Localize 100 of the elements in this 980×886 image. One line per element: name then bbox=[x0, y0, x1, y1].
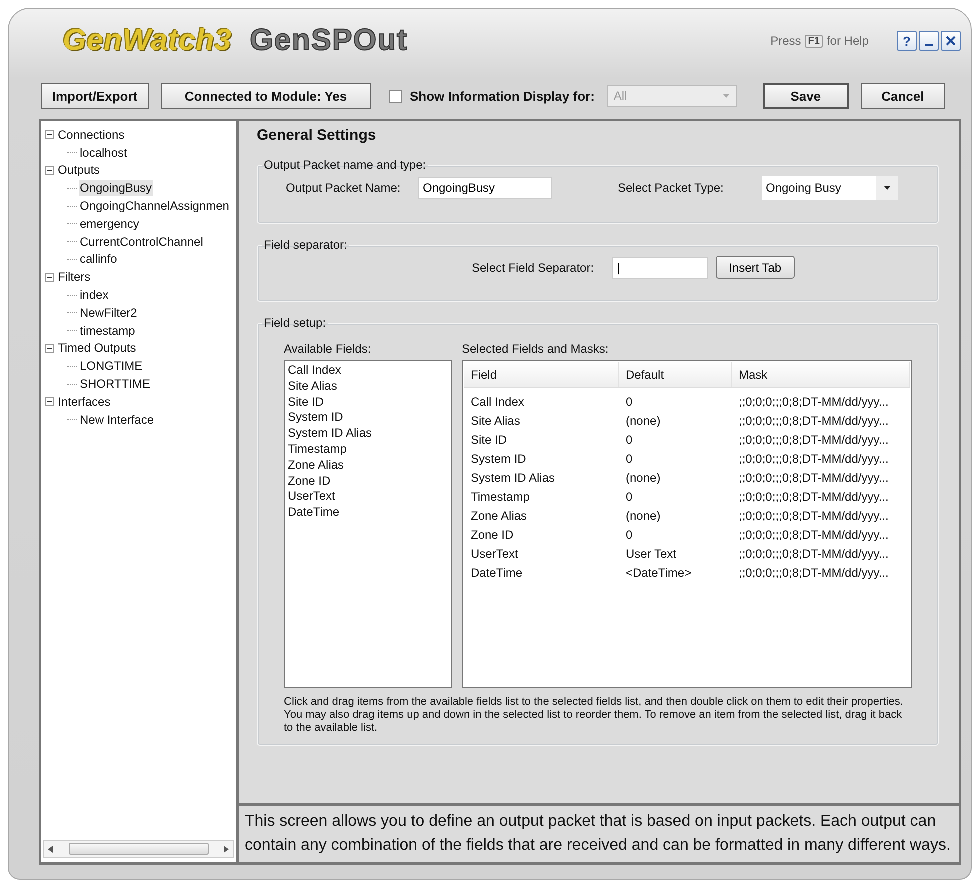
checkbox-label: Show Information Display for: bbox=[410, 88, 595, 104]
tree-item[interactable]: Connections bbox=[57, 126, 126, 143]
tree-item[interactable]: localhost bbox=[79, 144, 128, 161]
section-heading: General Settings bbox=[257, 127, 378, 144]
list-item[interactable]: Site Alias bbox=[288, 378, 448, 395]
key-label: F1 bbox=[805, 34, 823, 48]
minimize-button[interactable] bbox=[919, 31, 939, 51]
field-label: Select Packet Type: bbox=[617, 181, 725, 195]
table-cell-text: 0 bbox=[625, 490, 634, 504]
tree-item[interactable]: index bbox=[79, 287, 110, 304]
checkbox[interactable] bbox=[389, 90, 402, 102]
horizontal-scrollbar[interactable] bbox=[43, 840, 234, 858]
tree-item[interactable]: Timed Outputs bbox=[57, 340, 138, 356]
tree-item[interactable]: CurrentControlChannel bbox=[79, 234, 204, 250]
list-item[interactable]: Zone Alias bbox=[288, 458, 448, 474]
list-item[interactable]: Site ID bbox=[288, 394, 448, 410]
table-cell-text: ;;0;0;0;;;0;8;DT-MM/dd/yyy... bbox=[738, 470, 890, 484]
tree-item[interactable]: timestamp bbox=[79, 322, 136, 339]
tree-item[interactable]: emergency bbox=[79, 216, 140, 232]
column-header[interactable]: Default bbox=[619, 362, 732, 387]
table-cell-text: ;;0;0;0;;;0;8;DT-MM/dd/yyy... bbox=[738, 490, 890, 504]
table-cell-text: 0 bbox=[625, 394, 634, 408]
collapse-icon[interactable] bbox=[45, 397, 54, 406]
tree-item[interactable]: Filters bbox=[57, 269, 92, 286]
tree-item[interactable]: callinfo bbox=[79, 251, 118, 268]
table-cell-text: Site Alias bbox=[470, 414, 522, 428]
logo: GenWatch3 bbox=[63, 24, 232, 58]
list-label: Available Fields: bbox=[284, 342, 372, 356]
column-header[interactable]: Field bbox=[464, 362, 619, 387]
table-cell-text: 0 bbox=[625, 452, 634, 466]
minimize-icon bbox=[925, 44, 933, 46]
cancel-button[interactable]: Cancel bbox=[860, 83, 945, 109]
list-item[interactable]: DateTime bbox=[288, 505, 448, 521]
scroll-right-icon[interactable] bbox=[224, 846, 229, 852]
table-cell-text: 0 bbox=[625, 432, 634, 446]
import-export-button[interactable]: Import/Export bbox=[41, 83, 149, 109]
table-cell-text: Call Index bbox=[470, 394, 526, 408]
field-label: Select Field Separator: bbox=[472, 260, 594, 274]
group-title: Field separator: bbox=[263, 238, 348, 252]
save-button[interactable]: Save bbox=[762, 83, 849, 109]
connection-button[interactable]: Connected to Module: Yes bbox=[161, 83, 371, 109]
help-button[interactable]: ? bbox=[897, 31, 917, 51]
list-item[interactable]: System ID bbox=[288, 410, 448, 426]
tree-item[interactable]: LONGTIME bbox=[79, 358, 144, 374]
collapse-icon[interactable] bbox=[45, 166, 54, 175]
group-title: Field setup: bbox=[263, 316, 328, 330]
help-hint: Press bbox=[770, 34, 802, 48]
collapse-icon[interactable] bbox=[45, 344, 54, 353]
table-cell-text: Zone Alias bbox=[470, 508, 528, 522]
separator-field[interactable]: | bbox=[612, 256, 708, 278]
tree-item[interactable]: OngoingBusy bbox=[79, 180, 154, 196]
table-cell-text: User Text bbox=[625, 546, 678, 560]
packet-name-field[interactable]: OngoingBusy bbox=[418, 177, 552, 199]
table-cell-text: DateTime bbox=[470, 566, 524, 580]
table-cell-text: Site ID bbox=[470, 432, 508, 446]
list-item[interactable]: Zone ID bbox=[288, 474, 448, 490]
table-cell-text: (none) bbox=[625, 470, 662, 484]
tree-item[interactable]: NewFilter2 bbox=[79, 304, 138, 321]
window-title: GenSPOut bbox=[250, 24, 408, 58]
list-item[interactable]: System ID Alias bbox=[288, 426, 448, 442]
table-cell-text: Timestamp bbox=[470, 490, 531, 504]
table-cell-text: ;;0;0;0;;;0;8;DT-MM/dd/yyy... bbox=[738, 508, 890, 522]
collapse-icon[interactable] bbox=[45, 130, 54, 140]
field-label: Output Packet Name: bbox=[285, 181, 402, 195]
table-cell-text: ;;0;0;0;;;0;8;DT-MM/dd/yyy... bbox=[738, 414, 890, 428]
dropdown-arrow-icon bbox=[884, 186, 890, 190]
list-item[interactable]: Timestamp bbox=[288, 442, 448, 458]
list-item[interactable]: UserText bbox=[288, 489, 448, 506]
scroll-left-icon[interactable] bbox=[48, 846, 53, 852]
table-cell-text: System ID Alias bbox=[470, 470, 556, 484]
table-cell-text: ;;0;0;0;;;0;8;DT-MM/dd/yyy... bbox=[738, 394, 890, 408]
help-text: Click and drag items from the available fields list to the selected fields list, and then double click on them to edit their properties. You may also drag items up and down in the selected list to reorder them. To remove an item from the selected list, drag it back to the available list. bbox=[283, 696, 904, 735]
tree-item[interactable]: Outputs bbox=[57, 162, 102, 178]
close-icon bbox=[946, 36, 956, 46]
table-cell-text: ;;0;0;0;;;0;8;DT-MM/dd/yyy... bbox=[738, 528, 890, 542]
table-cell-text: 0 bbox=[625, 528, 634, 542]
list-item[interactable]: Call Index bbox=[288, 363, 448, 379]
insert-tab-button[interactable]: Insert Tab bbox=[716, 256, 795, 279]
group-title: Output Packet name and type: bbox=[263, 158, 428, 172]
close-button[interactable] bbox=[941, 31, 961, 51]
description-text: This screen allows you to define an output packet that is based on input packets. Each output can contain any combination of the fields that are received and can be formatted in many different ways. bbox=[244, 812, 952, 856]
list-label: Selected Fields and Masks: bbox=[462, 342, 610, 356]
collapse-icon[interactable] bbox=[45, 272, 54, 282]
table-cell-text: ;;0;0;0;;;0;8;DT-MM/dd/yyy... bbox=[738, 432, 890, 446]
tree-item[interactable]: New Interface bbox=[79, 412, 156, 428]
table-cell-text: <DateTime> bbox=[625, 566, 693, 580]
table-cell-text: ;;0;0;0;;;0;8;DT-MM/dd/yyy... bbox=[738, 452, 890, 466]
packet-type-dropdown[interactable]: Ongoing Busy bbox=[762, 176, 898, 200]
table-cell-text: Zone ID bbox=[470, 528, 515, 542]
table-cell-text: ;;0;0;0;;;0;8;DT-MM/dd/yyy... bbox=[738, 566, 890, 580]
tree-item[interactable]: OngoingChannelAssignmen bbox=[79, 198, 230, 214]
tree-item[interactable]: SHORTTIME bbox=[79, 376, 152, 392]
help-hint: for Help bbox=[826, 34, 869, 48]
dropdown-arrow-icon bbox=[722, 94, 730, 98]
table-cell-text: ;;0;0;0;;;0;8;DT-MM/dd/yyy... bbox=[738, 546, 890, 560]
table-cell-text: UserText bbox=[470, 546, 520, 560]
column-header[interactable]: Mask bbox=[732, 362, 910, 387]
table-cell-text: System ID bbox=[470, 452, 528, 466]
tree-item[interactable]: Interfaces bbox=[57, 394, 112, 410]
table-cell-text: (none) bbox=[625, 414, 662, 428]
